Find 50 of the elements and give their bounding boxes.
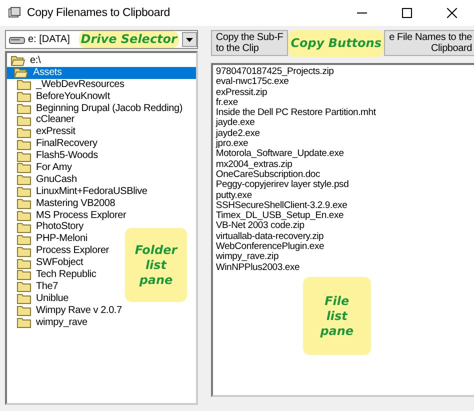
window-title: Copy Filenames to Clipboard xyxy=(27,6,170,20)
folder-item[interactable]: LinuxMint+FedoraUSBlive xyxy=(34,186,150,198)
file-item[interactable]: jayde.exe xyxy=(216,118,255,129)
folder-item[interactable]: _WebDevResources xyxy=(34,78,126,91)
drive-value: e: [DATA] xyxy=(28,34,70,46)
folder-item[interactable]: cCleaner xyxy=(34,114,76,126)
file-item[interactable]: jpro.exe xyxy=(216,139,248,150)
folder-item[interactable]: GnuCash xyxy=(34,174,79,186)
file-item[interactable]: Peggy-copyjerirev layer style.psd xyxy=(216,180,349,191)
file-item[interactable]: Inside the Dell PC Restore Partition.mht xyxy=(216,108,376,118)
folder-item[interactable]: Tech Republic xyxy=(34,269,98,281)
file-item[interactable]: exPressit.zip xyxy=(216,88,268,98)
folder-item[interactable]: FinalRecovery xyxy=(34,138,100,150)
copy-button[interactable]: e File Names to the Clipboard xyxy=(384,30,474,56)
folder-item[interactable]: Flash5-Woods xyxy=(34,150,100,162)
file-item[interactable]: fr.exe xyxy=(216,98,238,108)
folder-item[interactable]: SWFobject xyxy=(34,257,86,270)
file-item[interactable]: wimpy_rave.zip xyxy=(216,252,279,263)
folder-item[interactable]: Mastering VB2008 xyxy=(34,198,118,210)
folder-item[interactable]: Process Explorer xyxy=(34,245,111,258)
file-item[interactable]: SSHSecureShellClient-3.2.9.exe xyxy=(216,200,348,212)
file-item[interactable]: Timex_DL_USB_Setup_En.exe xyxy=(216,211,344,222)
callout-note: Drive Selector xyxy=(78,31,179,48)
file-item[interactable]: WebConferencePlugin.exe xyxy=(216,242,324,252)
callout-note: Folder list pane xyxy=(125,228,187,302)
folder-item[interactable]: e:\ xyxy=(28,55,43,67)
file-item[interactable]: Motorola_Software_Update.exe xyxy=(216,149,344,160)
file-item[interactable]: virtuallab-data-recovery.zip xyxy=(216,232,324,242)
file-item[interactable]: mx2004_extras.zip xyxy=(216,160,292,170)
folder-item[interactable]: PHP-Meloni xyxy=(34,233,90,246)
callout-note: File list pane xyxy=(302,277,371,355)
file-item[interactable]: WinNPPlus2003.exe xyxy=(216,262,300,273)
file-item[interactable]: OneCareSubscription.doc xyxy=(216,170,320,180)
folder-item[interactable]: wimpy_rave xyxy=(34,316,90,328)
file-item[interactable]: 9780470187425_Projects.zip xyxy=(216,67,334,78)
folder-item[interactable]: MS Process Explorer xyxy=(34,210,128,222)
folder-item[interactable]: BeforeYouKnowIt xyxy=(34,90,112,103)
folder-item[interactable]: For Amy xyxy=(34,162,74,174)
callout-note: Copy Buttons xyxy=(288,30,384,57)
file-item[interactable]: jayde2.exe xyxy=(216,128,260,140)
file-item[interactable]: putty.exe xyxy=(216,190,252,201)
file-item[interactable]: VB-Net 2003 code.zip xyxy=(216,221,304,232)
folder-item[interactable]: Uniblue xyxy=(34,292,71,305)
folder-item[interactable]: Beginning Drupal (Jacob Redding) xyxy=(34,102,184,114)
folder-item[interactable]: Wimpy Rave v 2.0.7 xyxy=(34,304,124,317)
file-item[interactable]: eval-nwc175c.exe xyxy=(216,77,289,88)
folder-item[interactable]: PhotoStory xyxy=(34,221,86,234)
copy-button[interactable]: Copy the Sub-F to the Clip xyxy=(210,30,288,56)
folder-item[interactable]: exPressit xyxy=(34,126,78,138)
folder-item[interactable]: The7 xyxy=(34,280,60,293)
